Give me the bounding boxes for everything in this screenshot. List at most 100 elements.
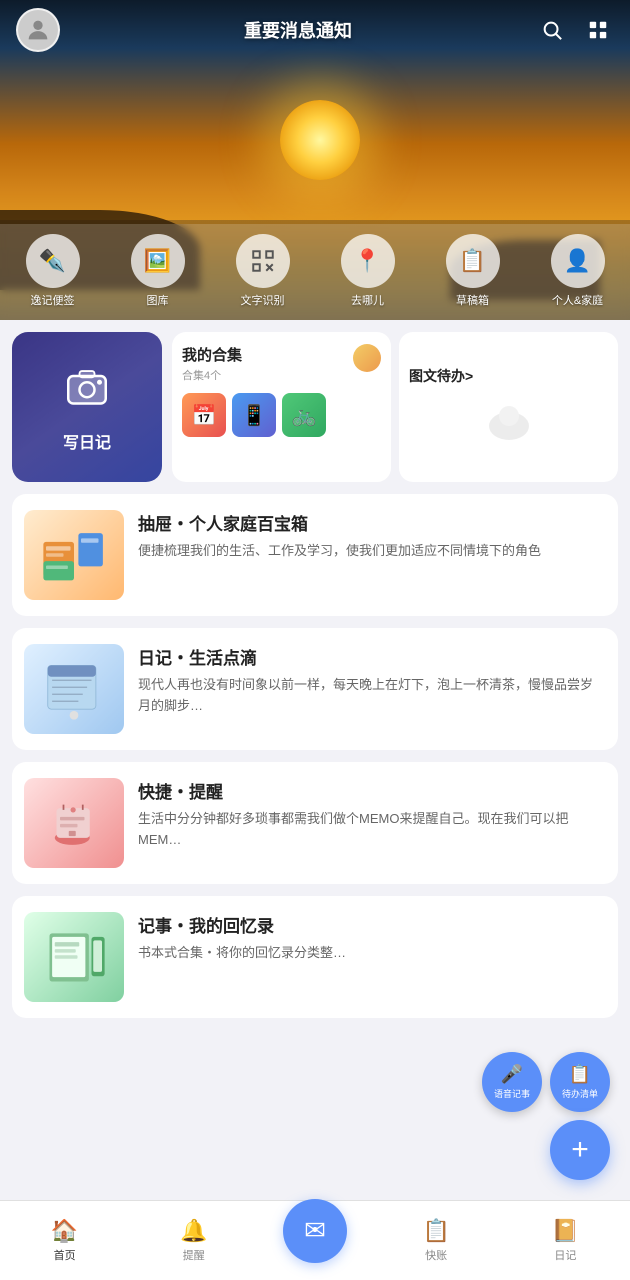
tab-diary-label: 日记 [554, 1247, 576, 1263]
voice-record-button[interactable]: 🎤 语音记事 [482, 1052, 542, 1112]
todo-card[interactable]: 图文待办> [399, 332, 618, 482]
todo-list-button[interactable]: 📋 待办清单 [550, 1052, 610, 1112]
mic-icon: 🎤 [501, 1064, 523, 1085]
tab-home-label: 首页 [54, 1247, 76, 1263]
top-cards: 写日记 我的合集 合集4个 📅 📱 🚲 [12, 332, 618, 482]
feature-title-3: 快捷・提醒 [138, 778, 602, 803]
tab-quick[interactable]: 📋 快账 [396, 1218, 476, 1263]
feature-image-2 [39, 654, 109, 724]
tab-center-button[interactable]: ✉ [283, 1199, 347, 1263]
collection-count: 合集4个 [182, 367, 242, 383]
diary-icon: 📔 [552, 1218, 579, 1244]
nav-icon-diary-tag: ✒️ [26, 234, 80, 288]
collection-circle-badge [353, 344, 381, 372]
grid-icon [587, 19, 609, 41]
feature-image-4 [39, 922, 109, 992]
nav-label-family: 个人&家庭 [552, 292, 603, 308]
tab-home[interactable]: 🏠 首页 [25, 1218, 105, 1263]
feature-thumb-2 [24, 644, 124, 734]
search-button[interactable] [536, 14, 568, 46]
nav-label-go-where: 去哪儿 [351, 292, 384, 308]
fab-area: 🎤 语音记事 📋 待办清单 + [482, 1052, 610, 1180]
quick-nav: ✒️ 逸记便签 🖼️ 图库 文字识别 📍 去哪儿 📋 [0, 224, 630, 320]
write-diary-card[interactable]: 写日记 [12, 332, 162, 482]
fab-main-button[interactable]: + [550, 1120, 610, 1180]
feature-text-1: 抽屉・个人家庭百宝箱 便捷梳理我们的生活、工作及学习，使我们更加适应不同情境下的… [138, 510, 602, 562]
feature-desc-3: 生活中分分钟都好多琐事都需我们做个MEMO来提醒自己。现在我们可以把MEM… [138, 809, 602, 851]
nav-item-diary-tag[interactable]: ✒️ 逸记便签 [13, 234, 93, 308]
home-icon: 🏠 [51, 1218, 78, 1244]
feature-desc-2: 现代人再也没有时间象以前一样，每天晚上在灯下，泡上一杯清茶，慢慢品尝岁月的脚步… [138, 675, 602, 717]
nav-item-trash[interactable]: 📋 草稿箱 [433, 234, 513, 308]
collection-title: 我的合集 [182, 344, 242, 365]
feature-thumb-4 [24, 912, 124, 1002]
todo-placeholder [484, 396, 534, 451]
tab-reminder[interactable]: 🔔 提醒 [154, 1218, 234, 1263]
fab-plus-icon: + [571, 1133, 589, 1167]
bell-icon: 🔔 [180, 1218, 207, 1244]
feature-card-1[interactable]: 抽屉・个人家庭百宝箱 便捷梳理我们的生活、工作及学习，使我们更加适应不同情境下的… [12, 494, 618, 616]
feature-card-4[interactable]: 记事・我的回忆录 书本式合集・将你的回忆录分类整… [12, 896, 618, 1018]
hero-sun [280, 100, 360, 180]
write-diary-icon [62, 361, 112, 421]
search-icon [541, 19, 563, 41]
todo-title: 图文待办> [409, 366, 473, 386]
nav-icon-go-where: 📍 [341, 234, 395, 288]
feature-title-2: 日记・生活点滴 [138, 644, 602, 669]
nav-label-gallery: 图库 [147, 292, 169, 308]
tab-diary[interactable]: 📔 日记 [525, 1218, 605, 1263]
nav-label-trash: 草稿箱 [456, 292, 489, 308]
nav-item-ocr[interactable]: 文字识别 [223, 234, 303, 308]
voice-record-label: 语音记事 [494, 1087, 530, 1100]
avatar[interactable] [16, 8, 60, 52]
fab-small-row: 🎤 语音记事 📋 待办清单 [482, 1052, 610, 1112]
camera-icon [62, 361, 112, 411]
tab-bar: 🏠 首页 🔔 提醒 ✉ 📋 快账 📔 日记 [0, 1200, 630, 1280]
tab-quick-label: 快账 [425, 1247, 447, 1263]
quick-icon: 📋 [422, 1218, 449, 1244]
feature-text-2: 日记・生活点滴 现代人再也没有时间象以前一样，每天晚上在灯下，泡上一杯清茶，慢慢… [138, 644, 602, 717]
header-bar: 重要消息通知 [0, 0, 630, 60]
nav-icon-ocr [236, 234, 290, 288]
collection-thumb-1: 📅 [182, 393, 226, 437]
collection-thumbs: 📅 📱 🚲 [182, 393, 381, 437]
feature-card-2[interactable]: 日记・生活点滴 现代人再也没有时间象以前一样，每天晚上在灯下，泡上一杯清茶，慢慢… [12, 628, 618, 750]
right-cards: 我的合集 合集4个 📅 📱 🚲 图文待办> [172, 332, 618, 482]
nav-icon-trash: 📋 [446, 234, 500, 288]
feature-text-3: 快捷・提醒 生活中分分钟都好多琐事都需我们做个MEMO来提醒自己。现在我们可以把… [138, 778, 602, 851]
hero-section: 重要消息通知 ✒️ 逸记便签 🖼 [0, 0, 630, 320]
feature-desc-4: 书本式合集・将你的回忆录分类整… [138, 943, 602, 964]
collection-card[interactable]: 我的合集 合集4个 📅 📱 🚲 [172, 332, 391, 482]
header-icons [536, 14, 614, 46]
feature-text-4: 记事・我的回忆录 书本式合集・将你的回忆录分类整… [138, 912, 602, 964]
feature-desc-1: 便捷梳理我们的生活、工作及学习，使我们更加适应不同情境下的角色 [138, 541, 602, 562]
nav-label-ocr: 文字识别 [241, 292, 285, 308]
feature-image-3 [39, 788, 109, 858]
nav-item-go-where[interactable]: 📍 去哪儿 [328, 234, 408, 308]
feature-title-1: 抽屉・个人家庭百宝箱 [138, 510, 602, 535]
feature-title-4: 记事・我的回忆录 [138, 912, 602, 937]
feature-thumb-1 [24, 510, 124, 600]
nav-item-gallery[interactable]: 🖼️ 图库 [118, 234, 198, 308]
collection-card-inner: 我的合集 合集4个 📅 📱 🚲 [182, 344, 381, 437]
collection-thumb-3: 🚲 [282, 393, 326, 437]
todo-list-label: 待办清单 [562, 1087, 598, 1100]
nav-label-diary-tag: 逸记便签 [31, 292, 75, 308]
ocr-icon-svg [250, 248, 276, 274]
nav-item-family[interactable]: 👤 个人&家庭 [538, 234, 618, 308]
nav-icon-gallery: 🖼️ [131, 234, 185, 288]
header-title: 重要消息通知 [244, 17, 352, 43]
todo-image-icon [484, 396, 534, 446]
main-content: 写日记 我的合集 合集4个 📅 📱 🚲 [0, 320, 630, 1110]
center-icon: ✉ [304, 1215, 326, 1246]
feature-image-1 [39, 520, 109, 590]
collection-thumb-2: 📱 [232, 393, 276, 437]
grid-button[interactable] [582, 14, 614, 46]
tab-reminder-label: 提醒 [183, 1247, 205, 1263]
nav-icon-family: 👤 [551, 234, 605, 288]
todo-icon: 📋 [569, 1064, 591, 1085]
feature-thumb-3 [24, 778, 124, 868]
avatar-icon [24, 16, 52, 44]
write-diary-label: 写日记 [63, 429, 111, 453]
feature-card-3[interactable]: 快捷・提醒 生活中分分钟都好多琐事都需我们做个MEMO来提醒自己。现在我们可以把… [12, 762, 618, 884]
